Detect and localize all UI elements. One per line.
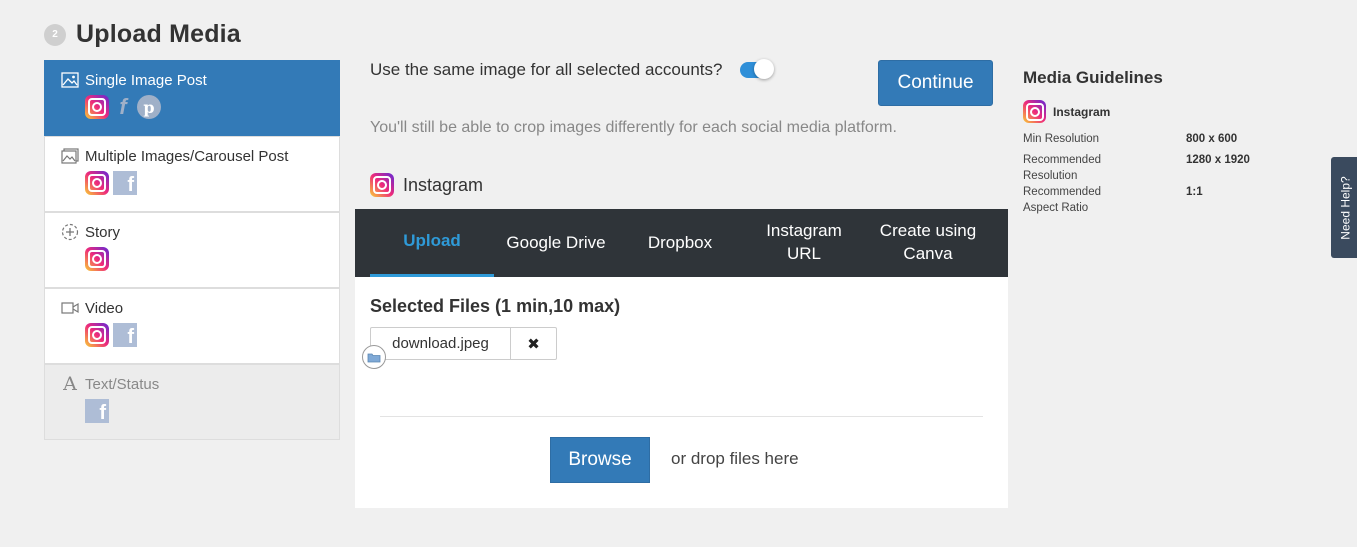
tab-dropbox[interactable]: Dropbox bbox=[618, 209, 742, 277]
guidelines-platform: Instagram bbox=[1023, 100, 1283, 123]
tab-instagram-url[interactable]: Instagram URL bbox=[742, 209, 866, 277]
continue-button[interactable]: Continue bbox=[878, 60, 993, 106]
instagram-icon bbox=[85, 247, 109, 271]
folder-icon bbox=[362, 345, 386, 369]
selected-files-title: Selected Files (1 min,10 max) bbox=[370, 296, 621, 316]
guideline-label: Recommended Resolution bbox=[1023, 154, 1101, 182]
step-header: 2 Upload Media bbox=[44, 20, 241, 49]
image-icon bbox=[61, 71, 79, 89]
guideline-row: Recommended Aspect Ratio 1:1 bbox=[1023, 184, 1283, 216]
story-plus-icon bbox=[61, 223, 79, 241]
platform-heading: Instagram bbox=[370, 173, 483, 197]
drop-zone-text: or drop files here bbox=[671, 449, 799, 468]
page-title: Upload Media bbox=[76, 20, 241, 48]
facebook-icon: f bbox=[113, 323, 137, 347]
tab-canva[interactable]: Create using Canva bbox=[866, 209, 990, 277]
post-type-carousel[interactable]: Multiple Images/Carousel Post f bbox=[44, 136, 340, 212]
platform-name: Instagram bbox=[403, 174, 484, 195]
divider bbox=[380, 416, 983, 417]
post-type-story[interactable]: Story bbox=[44, 212, 340, 288]
facebook-icon: f bbox=[85, 399, 109, 423]
media-guidelines: Media Guidelines Instagram Min Resolutio… bbox=[1023, 68, 1283, 221]
remove-file-button[interactable]: ✖ bbox=[511, 328, 556, 359]
guideline-row: Min Resolution 800 x 600 bbox=[1023, 131, 1283, 147]
instagram-icon bbox=[85, 171, 109, 195]
post-type-label: Text/Status bbox=[85, 375, 160, 393]
post-type-label: Video bbox=[85, 299, 124, 317]
need-help-label: Need Help? bbox=[1339, 175, 1353, 240]
crop-note: You'll still be able to crop images diff… bbox=[370, 119, 897, 136]
facebook-icon: f bbox=[113, 171, 137, 195]
browse-button[interactable]: Browse bbox=[550, 437, 650, 483]
pinterest-icon: p bbox=[137, 95, 161, 119]
tab-upload[interactable]: Upload bbox=[370, 209, 494, 277]
images-icon bbox=[61, 147, 79, 165]
post-type-label: Multiple Images/Carousel Post bbox=[85, 147, 289, 165]
file-name: download.jpeg bbox=[371, 328, 511, 359]
instagram-icon bbox=[370, 173, 394, 197]
guideline-label: Recommended Aspect Ratio bbox=[1023, 186, 1101, 214]
same-image-toggle[interactable] bbox=[740, 59, 775, 79]
facebook-icon: f bbox=[119, 94, 127, 119]
same-image-setting: Use the same image for all selected acco… bbox=[370, 59, 775, 80]
guidelines-platform-name: Instagram bbox=[1053, 104, 1111, 119]
text-icon: A bbox=[63, 373, 77, 395]
instagram-icon bbox=[1023, 100, 1046, 123]
post-type-label: Story bbox=[85, 223, 121, 241]
post-type-label: Single Image Post bbox=[85, 71, 207, 89]
need-help-tab[interactable]: Need Help? bbox=[1331, 157, 1357, 258]
post-type-video[interactable]: Video f bbox=[44, 288, 340, 364]
video-camera-icon bbox=[61, 299, 79, 317]
post-type-list: Single Image Post f p Multiple Images/Ca… bbox=[44, 60, 340, 440]
guideline-label: Min Resolution bbox=[1023, 133, 1100, 145]
instagram-icon bbox=[85, 323, 109, 347]
guidelines-title: Media Guidelines bbox=[1023, 68, 1163, 87]
post-type-text-status[interactable]: A Text/Status f bbox=[44, 364, 340, 440]
guideline-row: Recommended Resolution 1280 x 1920 bbox=[1023, 152, 1283, 184]
uploader-panel: Upload Google Drive Dropbox Instagram UR… bbox=[355, 209, 1008, 508]
step-number-badge: 2 bbox=[44, 23, 66, 46]
instagram-icon bbox=[85, 95, 109, 119]
same-image-label: Use the same image for all selected acco… bbox=[370, 60, 723, 79]
tab-google-drive[interactable]: Google Drive bbox=[494, 209, 618, 277]
guideline-value: 1:1 bbox=[1186, 186, 1203, 198]
guideline-value: 1280 x 1920 bbox=[1186, 154, 1250, 166]
post-type-single-image[interactable]: Single Image Post f p bbox=[44, 60, 340, 136]
uploader-tabs: Upload Google Drive Dropbox Instagram UR… bbox=[355, 209, 1008, 277]
file-chip: download.jpeg ✖ bbox=[370, 327, 557, 360]
guideline-value: 800 x 600 bbox=[1186, 133, 1238, 145]
